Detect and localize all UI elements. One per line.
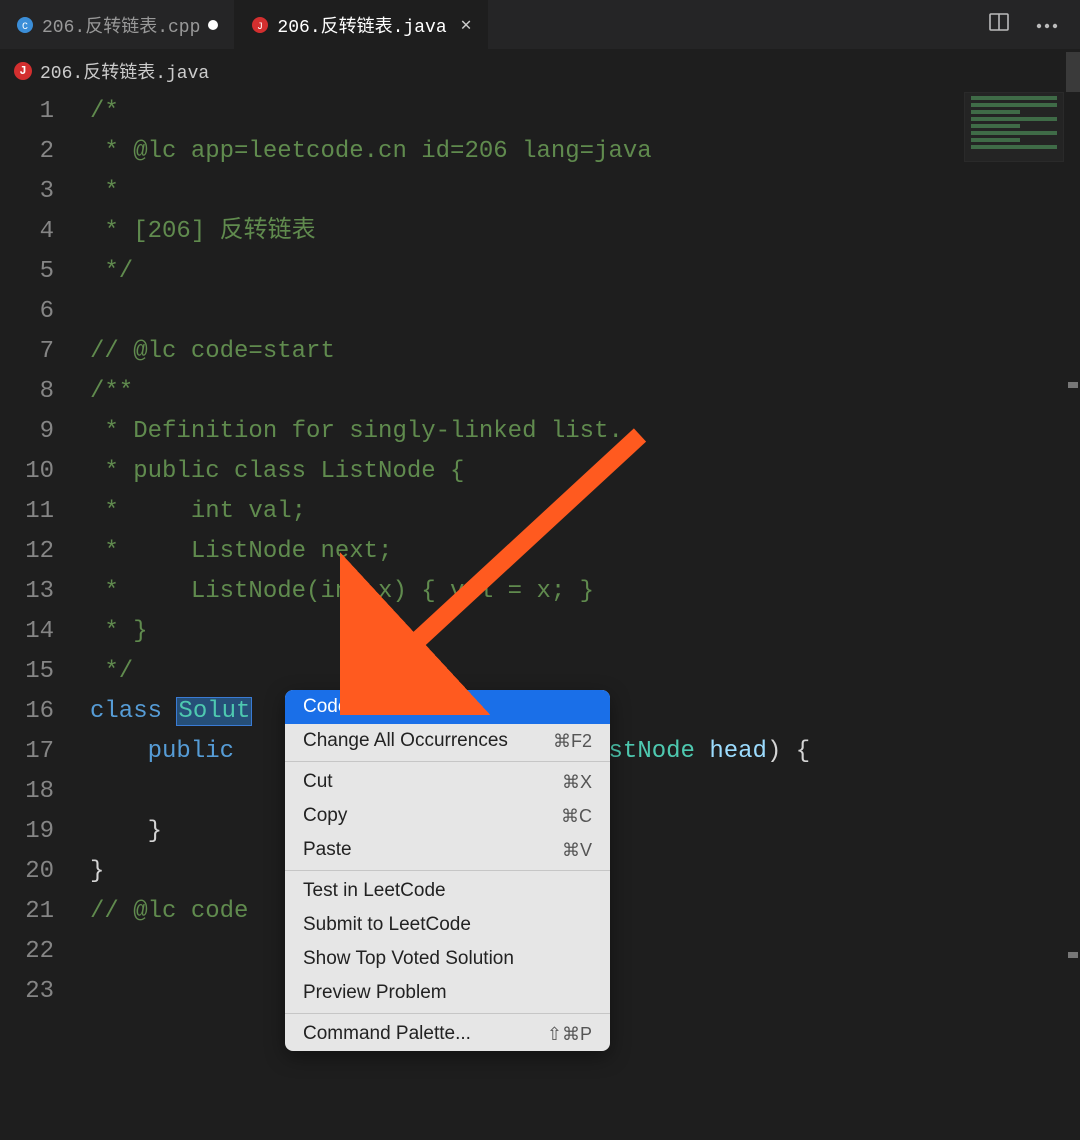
line-number: 22 [0,932,54,972]
java-file-icon: J [251,16,269,34]
tab-label: 206.反转链表.cpp [42,12,200,38]
context-menu-shortcut: ⌘C [561,806,592,827]
context-menu-label: Submit to LeetCode [303,914,471,936]
code-line[interactable]: * public class ListNode { [90,452,1080,492]
code-line[interactable]: * [206] 反转链表 [90,212,1080,252]
line-number: 14 [0,612,54,652]
code-line[interactable]: * } [90,612,1080,652]
context-menu-label: Test in LeetCode [303,880,446,902]
modified-indicator-icon [208,20,218,30]
line-number: 12 [0,532,54,572]
context-menu-label: Change All Occurrences [303,730,508,752]
vertical-scrollbar[interactable] [1066,52,1080,1140]
context-menu-shortcut: ⌘F2 [553,731,592,752]
context-menu-label: Copy [303,805,347,827]
code-line[interactable]: */ [90,252,1080,292]
context-menu-separator [285,870,610,871]
line-number: 2 [0,132,54,172]
context-menu-item[interactable]: Show Top Voted Solution [285,942,610,976]
line-number: 10 [0,452,54,492]
overview-ruler-marker [1068,952,1078,958]
context-menu-label: Cut [303,771,333,793]
context-menu-label: Codelf [303,696,358,718]
breadcrumb-file: 206.反转链表.java [40,58,209,84]
context-menu-item[interactable]: Paste ⌘V [285,833,610,867]
tab-cpp[interactable]: C 206.反转链表.cpp [0,0,235,49]
line-number: 11 [0,492,54,532]
line-number: 17 [0,732,54,772]
scrollbar-thumb[interactable] [1066,52,1080,92]
line-number: 21 [0,892,54,932]
line-number: 20 [0,852,54,892]
line-number: 3 [0,172,54,212]
context-menu-item[interactable]: Submit to LeetCode [285,908,610,942]
overview-ruler-marker [1068,382,1078,388]
line-number: 16 [0,692,54,732]
line-number: 15 [0,652,54,692]
svg-text:J: J [257,22,263,33]
code-line[interactable]: * @lc app=leetcode.cn id=206 lang=java [90,132,1080,172]
code-line[interactable]: * [90,172,1080,212]
context-menu-item[interactable]: Copy ⌘C [285,799,610,833]
context-menu-shortcut: ⌘V [562,840,592,861]
context-menu-item[interactable]: Preview Problem [285,976,610,1010]
line-number: 13 [0,572,54,612]
context-menu: Codelf Change All Occurrences ⌘F2 Cut ⌘X Copy… [285,690,610,1051]
tab-label: 206.反转链表.java [277,12,446,38]
code-line[interactable]: * int val; [90,492,1080,532]
close-tab-icon[interactable]: ✕ [461,14,472,36]
code-line[interactable] [90,292,1080,332]
line-number: 19 [0,812,54,852]
code-line[interactable]: /* [90,92,1080,132]
context-menu-item[interactable]: Command Palette... ⇧⌘P [285,1017,610,1051]
line-number-gutter: 1234567891011121314151617181920212223 [0,92,90,1012]
context-menu-item[interactable]: Change All Occurrences ⌘F2 [285,724,610,758]
line-number: 4 [0,212,54,252]
code-line[interactable]: * Definition for singly-linked list. [90,412,1080,452]
context-menu-item[interactable]: Test in LeetCode [285,874,610,908]
code-line[interactable]: * ListNode(int x) { val = x; } [90,572,1080,612]
context-menu-label: Preview Problem [303,982,447,1004]
line-number: 6 [0,292,54,332]
code-line[interactable]: // @lc code=start [90,332,1080,372]
line-number: 18 [0,772,54,812]
editor-actions [966,0,1080,49]
context-menu-shortcut: ⇧⌘P [547,1024,592,1045]
cpp-file-icon: C [16,16,34,34]
minimap[interactable] [964,92,1064,162]
line-number: 9 [0,412,54,452]
line-number: 7 [0,332,54,372]
context-menu-separator [285,761,610,762]
split-editor-icon[interactable] [988,11,1010,38]
context-menu-label: Command Palette... [303,1023,471,1045]
code-line[interactable]: */ [90,652,1080,692]
context-menu-label: Show Top Voted Solution [303,948,514,970]
svg-text:C: C [22,22,28,33]
line-number: 8 [0,372,54,412]
line-number: 5 [0,252,54,292]
tab-java[interactable]: J 206.反转链表.java ✕ [235,0,488,49]
context-menu-separator [285,1013,610,1014]
editor-tab-bar: C 206.反转链表.cpp J 206.反转链表.java ✕ [0,0,1080,50]
line-number: 23 [0,972,54,1012]
more-actions-icon[interactable] [1036,16,1058,34]
context-menu-item[interactable]: Codelf [285,690,610,724]
code-line[interactable]: /** [90,372,1080,412]
context-menu-item[interactable]: Cut ⌘X [285,765,610,799]
code-line[interactable]: * ListNode next; [90,532,1080,572]
context-menu-shortcut: ⌘X [562,772,592,793]
context-menu-label: Paste [303,839,352,861]
line-number: 1 [0,92,54,132]
error-status-icon: J [14,62,32,80]
breadcrumb[interactable]: J 206.反转链表.java [0,50,1080,92]
